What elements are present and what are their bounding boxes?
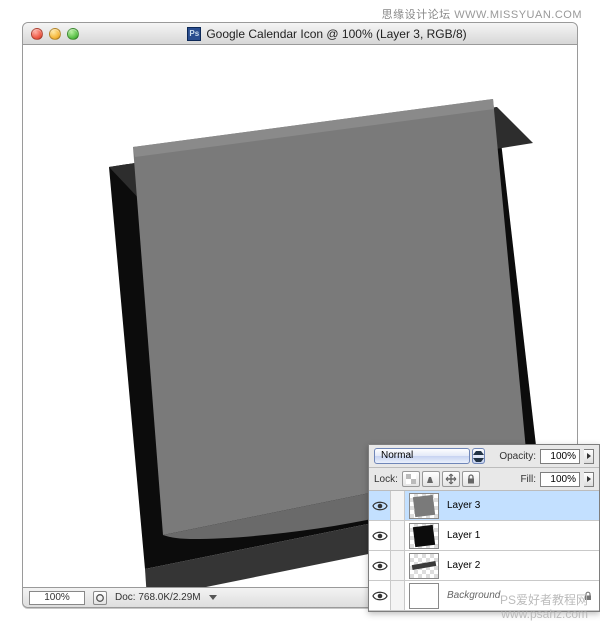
titlebar[interactable]: Google Calendar Icon @ 100% (Layer 3, RG… [23, 23, 577, 45]
visibility-toggle[interactable] [369, 491, 391, 520]
eye-icon [372, 530, 388, 542]
visibility-toggle[interactable] [369, 581, 391, 610]
fill-flyout-arrow-icon[interactable] [584, 472, 594, 487]
window-title: Google Calendar Icon @ 100% (Layer 3, RG… [85, 27, 569, 41]
link-cell[interactable] [391, 551, 405, 580]
photoshop-file-icon [187, 27, 201, 41]
blend-mode-stepper[interactable] [472, 448, 485, 464]
layer-thumbnail[interactable] [409, 583, 439, 609]
layer-name[interactable]: Layer 3 [445, 500, 599, 511]
visibility-toggle[interactable] [369, 521, 391, 550]
link-cell[interactable] [391, 581, 405, 610]
layers-panel: Normal Opacity: 100% Lock: Fill: 100% [368, 444, 600, 612]
chevron-down-icon [473, 458, 484, 462]
watermark-bottom: PS爱好者教程网 www.psahz.com [500, 593, 588, 621]
minimize-button[interactable] [49, 28, 61, 40]
layer-row[interactable]: Layer 3 [369, 491, 599, 521]
zoom-input[interactable]: 100% [29, 591, 85, 605]
preview-icon[interactable] [93, 591, 107, 605]
layer-name[interactable]: Layer 1 [445, 530, 599, 541]
close-button[interactable] [31, 28, 43, 40]
watermark-top: 思缘设计论坛 WWW.MISSYUAN.COM [382, 6, 582, 22]
lock-transparency-icon[interactable] [402, 471, 420, 487]
lock-pixels-icon[interactable] [422, 471, 440, 487]
blend-opacity-row: Normal Opacity: 100% [369, 445, 599, 468]
layer-name[interactable]: Layer 2 [445, 560, 599, 571]
doc-size-label: Doc: 768.0K/2.29M [115, 592, 201, 603]
layer-thumbnail[interactable] [409, 493, 439, 519]
lock-all-icon[interactable] [462, 471, 480, 487]
eye-icon [372, 590, 388, 602]
status-menu-arrow-icon[interactable] [209, 595, 217, 600]
layer-thumbnail[interactable] [409, 553, 439, 579]
fill-input[interactable]: 100% [540, 472, 580, 487]
layer-row[interactable]: Layer 1 [369, 521, 599, 551]
link-cell[interactable] [391, 491, 405, 520]
lock-label: Lock: [374, 474, 398, 485]
lock-fill-row: Lock: Fill: 100% [369, 468, 599, 491]
layer-row[interactable]: Layer 2 [369, 551, 599, 581]
opacity-input[interactable]: 100% [540, 449, 580, 464]
opacity-flyout-arrow-icon[interactable] [584, 449, 594, 464]
chevron-up-icon [473, 451, 484, 455]
eye-icon [372, 560, 388, 572]
link-cell[interactable] [391, 521, 405, 550]
lock-position-icon[interactable] [442, 471, 460, 487]
eye-icon [372, 500, 388, 512]
zoom-button[interactable] [67, 28, 79, 40]
visibility-toggle[interactable] [369, 551, 391, 580]
opacity-label: Opacity: [499, 451, 536, 462]
blend-mode-select[interactable]: Normal [374, 448, 470, 464]
layer-thumbnail[interactable] [409, 523, 439, 549]
fill-label: Fill: [520, 474, 536, 485]
